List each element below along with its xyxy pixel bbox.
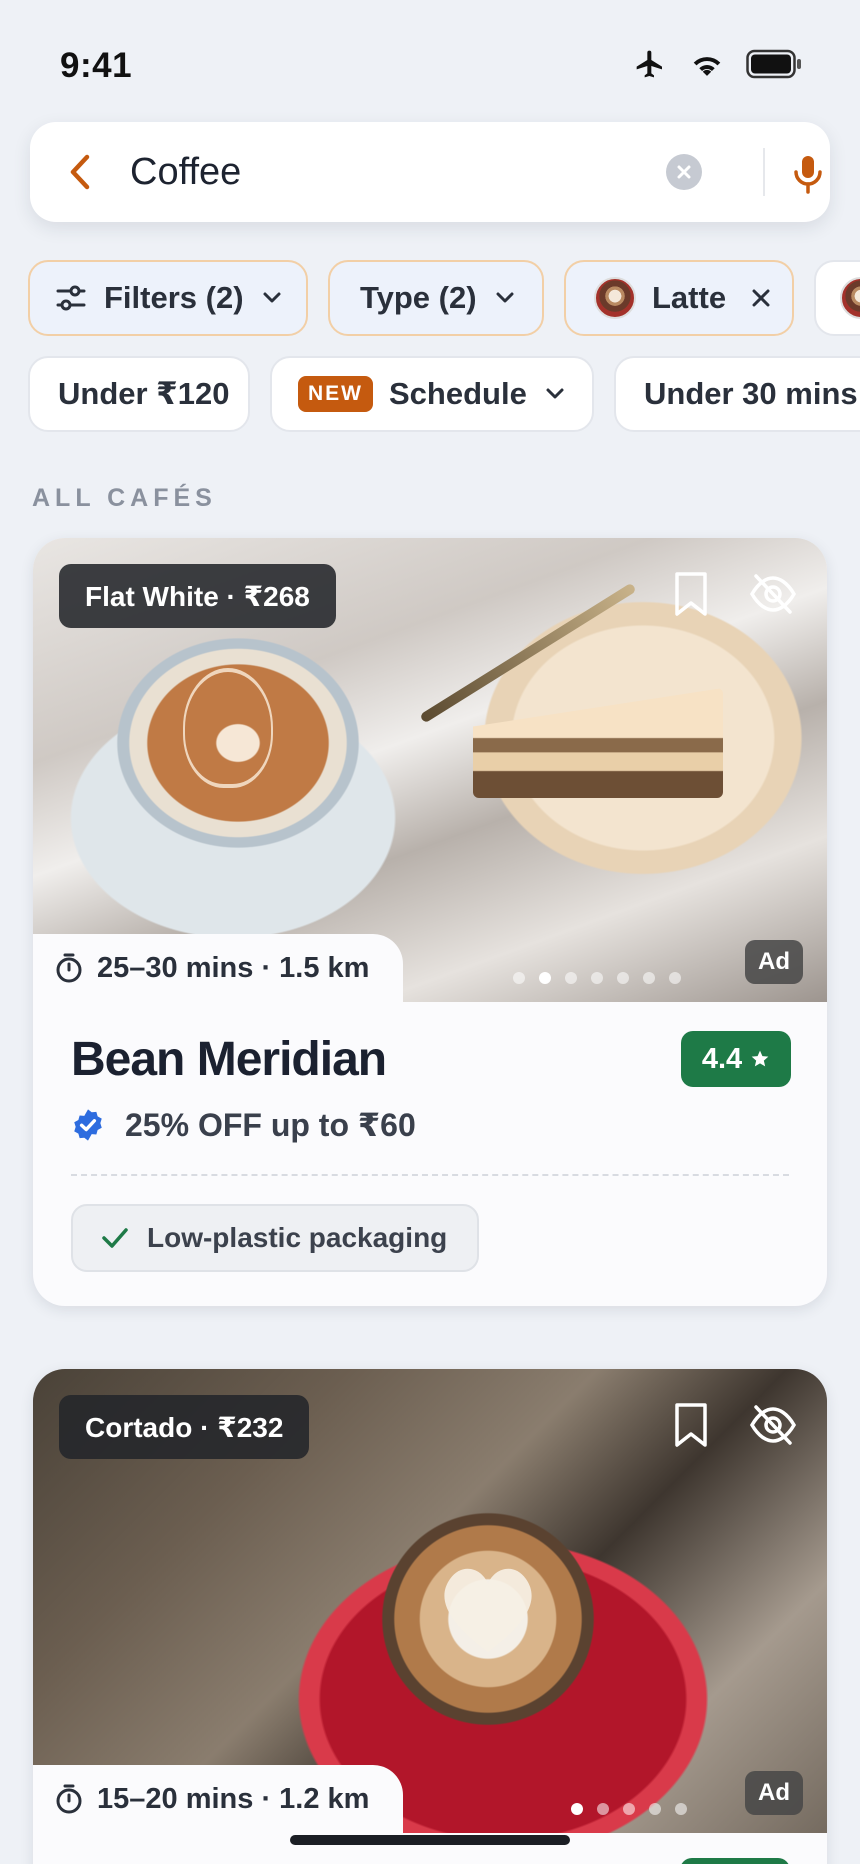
type-chip-label: Type (2) (360, 280, 477, 315)
carousel-dot (617, 972, 629, 984)
search-divider (763, 148, 765, 196)
chevron-down-icon (263, 292, 281, 303)
chevron-left-icon (70, 154, 90, 190)
card-divider (71, 1174, 789, 1176)
quick-filter-row: Under ₹120 NEW Schedule Under 30 mins (0, 356, 860, 432)
rating-badge (680, 1858, 790, 1864)
star-icon (751, 1050, 769, 1067)
carousel-dot (539, 972, 551, 984)
eco-tag-label: Low-plastic packaging (147, 1222, 448, 1253)
clear-search-button[interactable] (666, 154, 702, 190)
cafe-card[interactable]: Flat White · ₹268 25–30 mins · 1.5 km Ad… (33, 538, 827, 1306)
section-heading: ALL CAFÉS (32, 484, 217, 512)
schedule-label: Schedule (389, 376, 527, 411)
eye-off-icon (749, 574, 797, 614)
back-button[interactable] (30, 122, 130, 222)
filters-chip[interactable]: Filters (2) (28, 260, 308, 336)
bookmark-icon (675, 1403, 707, 1447)
eco-tag: Low-plastic packaging (71, 1204, 480, 1272)
rating-value: 4.4 (701, 1042, 743, 1075)
latte-chip[interactable]: Latte (564, 260, 794, 336)
ad-badge: Ad (745, 1771, 803, 1815)
carousel-dot (675, 1803, 687, 1815)
more-type-chip[interactable] (814, 260, 860, 336)
eta-text: 25–30 mins · 1.5 km (97, 951, 370, 984)
eta-tab: 25–30 mins · 1.5 km (33, 934, 404, 1002)
carousel-dot (669, 972, 681, 984)
eta-text: 15–20 mins · 1.2 km (97, 1782, 370, 1815)
carousel-dot (643, 972, 655, 984)
check-icon (102, 1228, 128, 1248)
cafe-card[interactable]: Cortado · ₹232 15–20 mins · 1.2 km Ad (33, 1369, 827, 1864)
eye-off-icon (749, 1405, 797, 1445)
chevron-down-icon (546, 388, 564, 399)
cafe-photo[interactable]: Flat White · ₹268 25–30 mins · 1.5 km Ad (33, 538, 827, 1002)
bookmark-button[interactable] (663, 566, 719, 622)
timer-icon (56, 953, 82, 983)
carousel-dot (513, 972, 525, 984)
carousel-dot (571, 1803, 583, 1815)
drink-thumbnail (840, 277, 860, 319)
carousel-dot (623, 1803, 635, 1815)
cafe-name: Bean Meridian (71, 1033, 387, 1086)
under-30-mins-chip[interactable]: Under 30 mins (614, 356, 860, 432)
under-30-label: Under 30 mins (644, 376, 858, 411)
chevron-down-icon (496, 292, 514, 303)
carousel-dot (565, 972, 577, 984)
photo-detail (444, 1568, 532, 1652)
airplane-icon (636, 50, 662, 78)
verified-badge-icon (74, 1109, 102, 1141)
offer-text: 25% OFF up to ₹60 (125, 1107, 416, 1143)
status-icons (632, 48, 802, 80)
eta-tab: 15–20 mins · 1.2 km (33, 1765, 404, 1833)
new-badge: NEW (298, 376, 373, 412)
search-input[interactable] (130, 142, 650, 202)
schedule-chip[interactable]: NEW Schedule (270, 356, 594, 432)
clear-circle-icon (677, 165, 691, 179)
filters-chip-label: Filters (2) (104, 280, 244, 315)
under-120-label: Under ₹120 (58, 376, 230, 411)
offer-row: 25% OFF up to ₹60 (71, 1106, 416, 1144)
photo-detail (473, 688, 723, 798)
hide-button[interactable] (745, 1397, 801, 1453)
photo-detail (419, 582, 637, 724)
wifi-icon (693, 57, 721, 76)
status-bar: 9:41 (0, 0, 860, 110)
under-120-chip[interactable]: Under ₹120 (28, 356, 250, 432)
sliders-icon (56, 285, 86, 311)
voice-search-button[interactable] (782, 148, 834, 200)
photo-detail (183, 668, 273, 788)
latte-thumbnail (594, 277, 636, 319)
rating-badge: 4.4 (681, 1031, 791, 1087)
status-time: 9:41 (60, 46, 133, 85)
close-icon[interactable] (750, 287, 772, 309)
bookmark-icon (675, 572, 707, 616)
microphone-icon (794, 156, 822, 194)
battery-icon (746, 49, 801, 79)
home-indicator[interactable] (290, 1835, 570, 1845)
bookmark-button[interactable] (663, 1397, 719, 1453)
filter-chip-row: Filters (2) Type (2) Latte (0, 260, 860, 336)
cafe-photo[interactable]: Cortado · ₹232 15–20 mins · 1.2 km Ad (33, 1369, 827, 1833)
type-chip[interactable]: Type (2) (328, 260, 544, 336)
carousel-dot (591, 972, 603, 984)
item-price-tag: Flat White · ₹268 (59, 564, 336, 628)
carousel-dots (571, 1803, 687, 1815)
hide-button[interactable] (745, 566, 801, 622)
carousel-dot (597, 1803, 609, 1815)
timer-icon (56, 1784, 82, 1814)
carousel-dots (513, 972, 681, 984)
ad-badge: Ad (745, 940, 803, 984)
item-price-tag: Cortado · ₹232 (59, 1395, 310, 1459)
search-bar (30, 122, 830, 222)
latte-chip-label: Latte (652, 280, 727, 315)
carousel-dot (649, 1803, 661, 1815)
